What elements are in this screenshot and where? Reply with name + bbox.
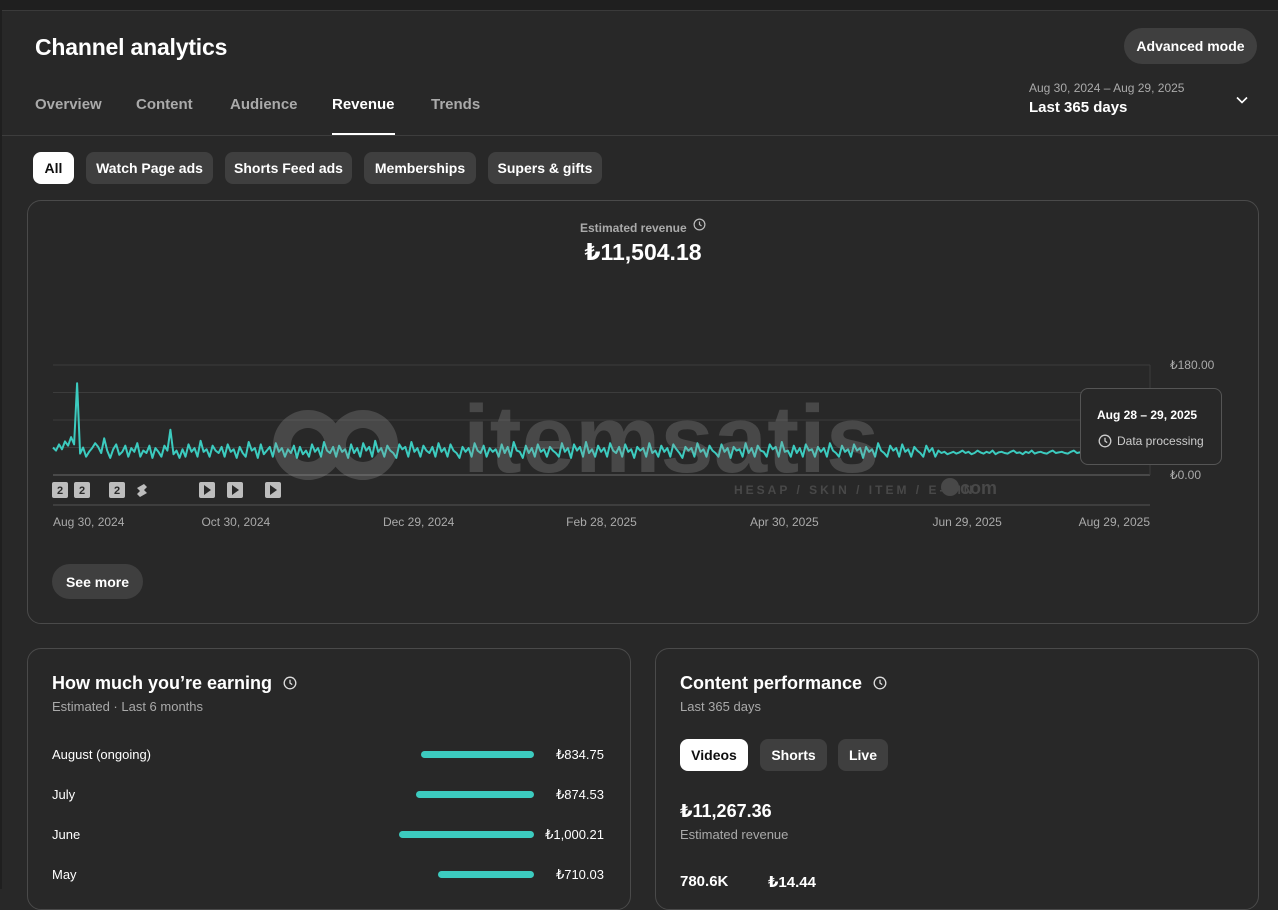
earnings-row: July ₺874.53 (52, 787, 612, 807)
tab-overview[interactable]: Overview (35, 96, 102, 135)
x-tick-label: Feb 28, 2025 (566, 515, 637, 529)
earnings-month: August (ongoing) (52, 747, 152, 762)
tooltip-status: Data processing (1117, 434, 1204, 448)
left-rail (0, 10, 2, 889)
earnings-value: ₺834.75 (555, 747, 604, 762)
filter-shorts-feed-ads[interactable]: Shorts Feed ads (225, 152, 352, 184)
advanced-mode-button[interactable]: Advanced mode (1124, 28, 1257, 64)
revenue-card: Estimated revenue ₺11,504.18 ₺180.00 ₺0.0… (27, 200, 1259, 624)
rpm-value: ₺14.44 (768, 874, 816, 891)
x-tick-label: Jun 29, 2025 (932, 515, 1002, 529)
earnings-value: ₺874.53 (555, 787, 604, 802)
x-tick-label: Apr 30, 2025 (750, 515, 819, 529)
earnings-card: How much you’re earning Estimated · Last… (27, 648, 631, 910)
page-title: Channel analytics (35, 34, 228, 60)
filter-watch-page-ads[interactable]: Watch Page ads (86, 152, 213, 184)
earnings-row: June ₺1,000.21 (52, 827, 612, 847)
tab-audience[interactable]: Audience (230, 96, 298, 135)
filter-all[interactable]: All (33, 152, 74, 184)
earnings-month: July (52, 787, 76, 802)
tab-content[interactable]: Content (136, 96, 193, 135)
tab-videos[interactable]: Videos (680, 739, 748, 771)
clock-icon (283, 676, 297, 690)
content-performance-title-text: Content performance (680, 673, 863, 693)
header-divider (2, 135, 1278, 136)
x-tick-label: Oct 30, 2024 (201, 515, 270, 529)
see-more-button[interactable]: See more (52, 564, 143, 599)
earnings-bar (399, 831, 534, 838)
clock-icon (873, 676, 887, 690)
chevron-down-icon[interactable] (1234, 92, 1250, 108)
marker-count: 2 (114, 485, 120, 497)
content-performance-subtitle: Last 365 days (680, 699, 761, 714)
revenue-line-chart[interactable]: ₺180.00 ₺0.00 Aug 30, 2024 Oct 30, 2024 Dec … (28, 201, 1258, 541)
earnings-title: How much you’re earning (52, 673, 297, 694)
filter-supers-gifts[interactable]: Supers & gifts (488, 152, 602, 184)
content-performance-title: Content performance (680, 673, 887, 694)
earnings-subtitle: Estimated · Last 6 months (52, 699, 204, 714)
x-tick-label: Aug 29, 2025 (1079, 515, 1151, 529)
filter-memberships[interactable]: Memberships (364, 152, 476, 184)
y-tick-label: ₺180.00 (1170, 358, 1215, 372)
marker-count: 2 (57, 485, 63, 497)
date-range-label[interactable]: Last 365 days (1029, 99, 1127, 116)
date-range-dates[interactable]: Aug 30, 2024 – Aug 29, 2025 (1029, 81, 1184, 95)
earnings-row: May ₺710.03 (52, 867, 612, 887)
marker-count: 2 (79, 485, 85, 497)
tooltip-date: Aug 28 – 29, 2025 (1097, 408, 1198, 422)
tab-revenue[interactable]: Revenue (332, 96, 395, 135)
shorts-icon (137, 484, 147, 497)
y-tick-label: ₺0.00 (1170, 468, 1201, 482)
views-value: 780.6K (680, 873, 729, 890)
tab-shorts[interactable]: Shorts (760, 739, 827, 771)
earnings-value: ₺1,000.21 (545, 827, 604, 842)
x-tick-label: Aug 30, 2024 (53, 515, 125, 529)
top-bar (0, 0, 1278, 11)
content-revenue-value: ₺11,267.36 (680, 801, 772, 821)
earnings-month: May (52, 867, 77, 882)
x-tick-label: Dec 29, 2024 (383, 515, 455, 529)
tab-trends[interactable]: Trends (431, 96, 480, 135)
earnings-bar (438, 871, 534, 878)
earnings-row: August (ongoing) ₺834.75 (52, 747, 612, 767)
earnings-bar (421, 751, 534, 758)
earnings-bar (415, 791, 534, 798)
tab-live[interactable]: Live (838, 739, 888, 771)
chart-tooltip: Aug 28 – 29, 2025 Data processing (1080, 388, 1222, 465)
earnings-title-text: How much you’re earning (52, 673, 273, 693)
revenue-series-line (52, 382, 1111, 459)
earnings-month: June (52, 827, 81, 842)
clock-icon (1098, 434, 1112, 448)
content-revenue-label: Estimated revenue (680, 827, 789, 842)
content-performance-card: Content performance Last 365 days Videos… (655, 648, 1259, 910)
earnings-value: ₺710.03 (555, 867, 604, 882)
